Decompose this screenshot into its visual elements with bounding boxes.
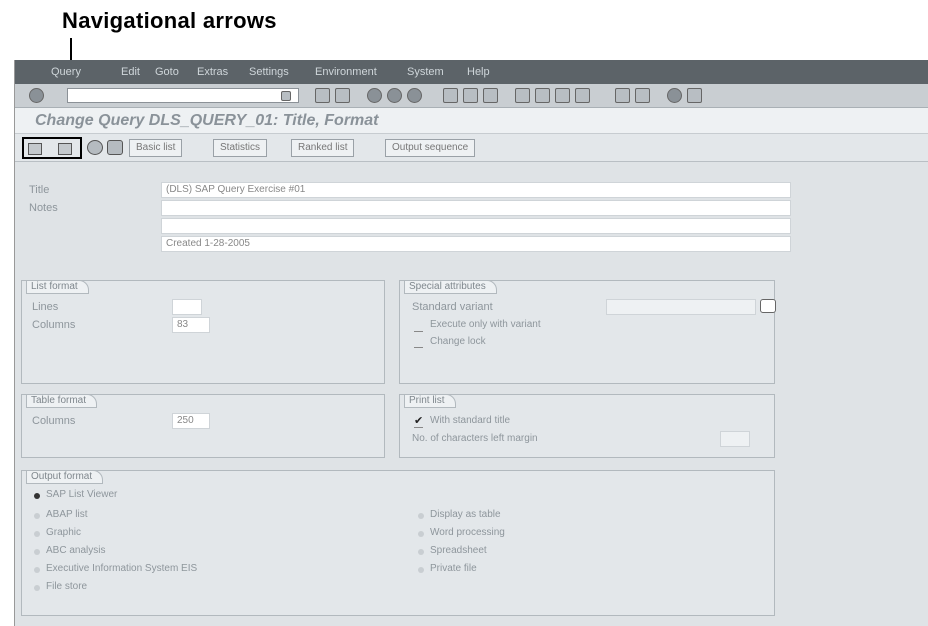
option-sap-list-viewer: SAP List Viewer	[46, 489, 118, 500]
create-shortcut-icon[interactable]	[635, 88, 650, 103]
back-nav-icon[interactable]	[315, 88, 330, 103]
menu-edit[interactable]: Edit	[121, 66, 140, 78]
print-icon[interactable]	[443, 88, 458, 103]
back-icon[interactable]	[367, 88, 382, 103]
command-field[interactable]	[67, 88, 299, 103]
page-title: Change Query DLS_QUERY_01: Title, Format	[35, 112, 379, 129]
radio-word-processing[interactable]	[418, 531, 424, 537]
command-history-icon[interactable]	[281, 91, 291, 101]
menu-goto[interactable]: Goto	[155, 66, 179, 78]
execute-variant-label: Execute only with variant	[430, 319, 541, 330]
menu-bar: Query Edit Goto Extras Settings Environm…	[15, 60, 928, 84]
execute-variant-checkbox[interactable]	[414, 323, 423, 332]
previous-screen-icon[interactable]	[28, 143, 42, 155]
application-toolbar: Basic list Statistics Ranked list Output…	[15, 134, 928, 162]
table-format-title: Table format	[26, 394, 98, 408]
option-graphic: Graphic	[46, 527, 82, 538]
find-icon[interactable]	[463, 88, 478, 103]
menu-system[interactable]: System	[407, 66, 444, 78]
radio-display-as-table[interactable]	[418, 513, 424, 519]
table-format-group: Table format Columns 250	[21, 394, 385, 458]
last-page-icon[interactable]	[575, 88, 590, 103]
left-margin-label: No. of characters left margin	[412, 433, 538, 444]
change-lock-label: Change lock	[430, 336, 486, 347]
notes-label: Notes	[29, 202, 58, 214]
settings-icon[interactable]	[107, 140, 123, 155]
screen-title-bar: Change Query DLS_QUERY_01: Title, Format	[15, 108, 928, 134]
exit-icon[interactable]	[387, 88, 402, 103]
table-columns-label: Columns	[32, 415, 76, 427]
lines-label: Lines	[32, 301, 59, 313]
special-attributes-group: Special attributes Standard variant Exec…	[399, 280, 776, 384]
output-format-group: Output format SAP List Viewer ABAP list …	[21, 470, 775, 616]
radio-spreadsheet[interactable]	[418, 549, 424, 555]
special-attributes-title: Special attributes	[404, 280, 497, 294]
layout-menu-icon[interactable]	[687, 88, 702, 103]
radio-private-file[interactable]	[418, 567, 424, 573]
value-help-icon[interactable]	[760, 299, 776, 313]
notes-field-3[interactable]: Created 1-28-2005	[161, 236, 791, 252]
save-icon[interactable]	[335, 88, 350, 103]
list-format-group: List format Lines Columns 83	[21, 280, 385, 384]
basic-list-button[interactable]: Basic list	[129, 139, 183, 157]
radio-graphic[interactable]	[34, 531, 40, 537]
list-format-title: List format	[26, 280, 89, 294]
option-private-file: Private file	[430, 563, 477, 574]
previous-page-icon[interactable]	[535, 88, 550, 103]
refresh-icon[interactable]	[87, 140, 103, 155]
statistics-button[interactable]: Statistics	[213, 139, 268, 157]
menu-help[interactable]: Help	[467, 66, 490, 78]
menu-settings[interactable]: Settings	[249, 66, 289, 78]
option-eis: Executive Information System EIS	[46, 563, 198, 574]
output-sequence-button[interactable]: Output sequence	[385, 139, 476, 157]
standard-title-label: With standard title	[430, 415, 511, 426]
menu-environment[interactable]: Environment	[315, 66, 377, 78]
next-screen-icon[interactable]	[58, 143, 72, 155]
radio-sap-list-viewer[interactable]	[34, 493, 40, 499]
list-columns-label: Columns	[32, 319, 76, 331]
find-next-icon[interactable]	[483, 88, 498, 103]
next-page-icon[interactable]	[555, 88, 570, 103]
print-list-title: Print list	[404, 394, 456, 408]
navigational-arrows-highlight	[22, 137, 82, 159]
radio-abap-list[interactable]	[34, 513, 40, 519]
title-label: Title	[29, 184, 50, 196]
option-spreadsheet: Spreadsheet	[430, 545, 487, 556]
system-toolbar	[15, 84, 928, 108]
main-content: Title (DLS) SAP Query Exercise #01 Notes…	[15, 162, 928, 626]
option-abc-analysis: ABC analysis	[46, 545, 106, 556]
standard-title-checkbox[interactable]	[414, 414, 423, 428]
left-margin-field[interactable]	[720, 431, 750, 447]
table-columns-field[interactable]: 250	[172, 413, 210, 429]
menu-query[interactable]: Query	[51, 66, 81, 78]
notes-field-2[interactable]	[161, 218, 791, 234]
ranked-list-button[interactable]: Ranked list	[291, 139, 355, 157]
output-format-title: Output format	[26, 470, 104, 484]
enter-icon[interactable]	[29, 88, 44, 103]
radio-abc-analysis[interactable]	[34, 549, 40, 555]
option-display-as-table: Display as table	[430, 509, 501, 520]
help-icon[interactable]	[667, 88, 682, 103]
standard-variant-field[interactable]	[606, 299, 756, 315]
list-columns-field[interactable]: 83	[172, 317, 210, 333]
print-list-group: Print list With standard title No. of ch…	[399, 394, 775, 458]
callout-label: Navigational arrows	[62, 8, 277, 33]
title-field[interactable]: (DLS) SAP Query Exercise #01	[161, 182, 791, 198]
first-page-icon[interactable]	[515, 88, 530, 103]
menu-extras[interactable]: Extras	[197, 66, 228, 78]
notes-field-1[interactable]	[161, 200, 791, 216]
radio-eis[interactable]	[34, 567, 40, 573]
cancel-icon[interactable]	[407, 88, 422, 103]
lines-field[interactable]	[172, 299, 202, 315]
radio-file-store[interactable]	[34, 585, 40, 591]
new-session-icon[interactable]	[615, 88, 630, 103]
option-file-store: File store	[46, 581, 88, 592]
change-lock-checkbox[interactable]	[414, 339, 423, 348]
option-word-processing: Word processing	[430, 527, 505, 538]
option-abap-list: ABAP list	[46, 509, 88, 520]
standard-variant-label: Standard variant	[412, 301, 493, 313]
sap-window: Query Edit Goto Extras Settings Environm…	[14, 60, 928, 626]
